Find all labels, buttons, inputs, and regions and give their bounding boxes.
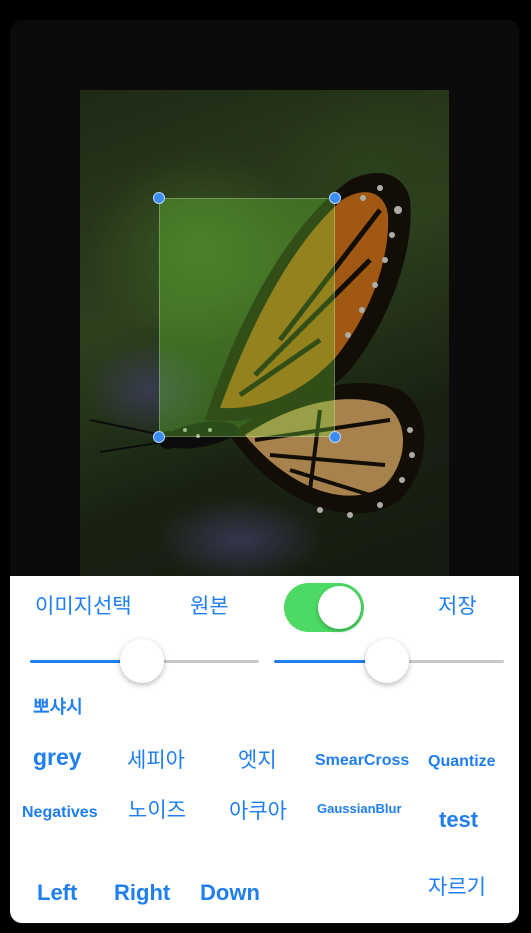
filter-test-button[interactable]: test <box>439 807 478 833</box>
crop-handle-top-left[interactable] <box>153 192 165 204</box>
effect-toggle-switch[interactable] <box>284 583 364 632</box>
original-button[interactable]: 원본 <box>190 590 229 620</box>
filter-negatives-button[interactable]: Negatives <box>22 804 98 822</box>
controls-panel: 이미지선택 원본 저장 뽀샤시 grey 세피아 엣지 SmearCross Q… <box>10 576 519 923</box>
filter-gaussianblur-button[interactable]: GaussianBlur <box>317 801 402 816</box>
filter-quantize-button[interactable]: Quantize <box>428 753 496 771</box>
filter-smearcross-button[interactable]: SmearCross <box>315 752 409 770</box>
filter-sepia-button[interactable]: 세피아 <box>127 744 185 774</box>
status-bar <box>0 0 531 20</box>
crop-handle-bottom-left[interactable] <box>153 431 165 443</box>
move-right-button[interactable]: Right <box>114 880 170 906</box>
crop-handle-bottom-right[interactable] <box>329 431 341 443</box>
filter-sharpen-button[interactable]: 뽀샤시 <box>33 693 83 719</box>
save-button[interactable]: 저장 <box>438 590 477 620</box>
slider-left[interactable] <box>30 639 259 683</box>
crop-button[interactable]: 자르기 <box>428 871 486 901</box>
slider-right[interactable] <box>274 639 504 683</box>
filter-aqua-button[interactable]: 아쿠아 <box>229 795 287 825</box>
crop-handle-top-right[interactable] <box>329 192 341 204</box>
filter-noise-button[interactable]: 노이즈 <box>128 794 186 824</box>
filter-grey-button[interactable]: grey <box>33 744 82 771</box>
crop-selection[interactable] <box>159 198 335 437</box>
slider-thumb[interactable] <box>120 639 165 683</box>
move-down-button[interactable]: Down <box>200 880 260 906</box>
filter-edge-button[interactable]: 엣지 <box>238 744 277 774</box>
toggle-knob <box>318 586 361 629</box>
slider-thumb[interactable] <box>364 639 409 683</box>
select-image-button[interactable]: 이미지선택 <box>35 590 132 620</box>
move-left-button[interactable]: Left <box>37 880 77 906</box>
